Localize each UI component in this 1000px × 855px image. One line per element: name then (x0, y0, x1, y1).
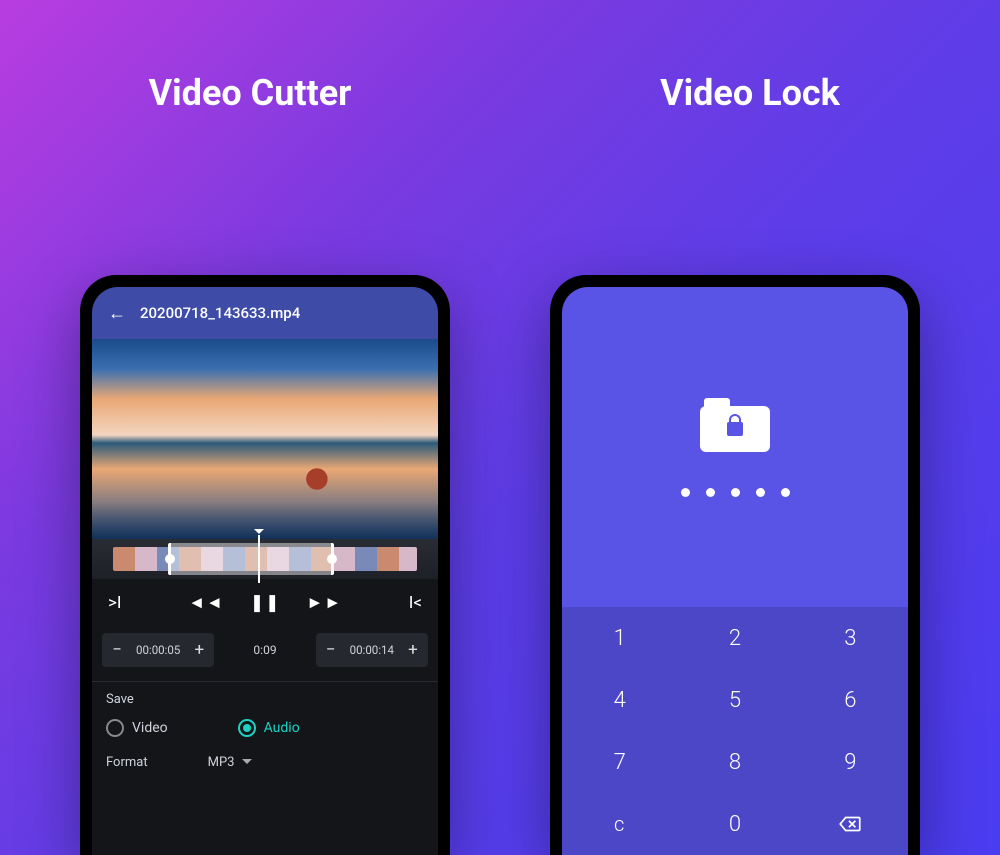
key-4[interactable]: 4 (562, 669, 677, 731)
phone-cutter: ← 20200718_143633.mp4 >I ◄◄ ❚❚ ►► I< (80, 275, 450, 855)
keypad: 123 456 789 c0 (562, 607, 908, 855)
save-section: Save Video Audio Format MP3 (92, 681, 438, 780)
transport-controls: >I ◄◄ ❚❚ ►► I< (92, 579, 438, 627)
end-time-value: 00:00:14 (346, 643, 398, 657)
radio-dot-icon (238, 719, 256, 737)
format-dropdown[interactable]: MP3 (208, 755, 253, 770)
radio-video[interactable]: Video (106, 719, 168, 737)
key-6[interactable]: 6 (793, 669, 908, 731)
start-time-plus[interactable]: + (186, 637, 212, 663)
chevron-down-icon (242, 759, 252, 769)
heading-cutter: Video Cutter (0, 72, 500, 114)
radio-audio-label: Audio (264, 720, 300, 736)
key-clear[interactable]: c (562, 793, 677, 855)
lock-top-area (562, 287, 908, 607)
start-time-value: 00:00:05 (132, 643, 184, 657)
pin-dot (756, 488, 765, 497)
phone-lock: 123 456 789 c0 (550, 275, 920, 855)
format-value: MP3 (208, 755, 235, 770)
pin-dot (781, 488, 790, 497)
key-3[interactable]: 3 (793, 607, 908, 669)
back-arrow-icon[interactable]: ← (108, 303, 126, 324)
video-preview[interactable] (92, 339, 438, 539)
key-1[interactable]: 1 (562, 607, 677, 669)
forward-icon[interactable]: ►► (306, 593, 342, 613)
filename-label: 20200718_143633.mp4 (140, 304, 300, 322)
start-time-minus[interactable]: − (104, 637, 130, 663)
lock-icon (727, 422, 743, 436)
key-8[interactable]: 8 (677, 731, 792, 793)
pin-dot (731, 488, 740, 497)
pin-dot (681, 488, 690, 497)
end-time-plus[interactable]: + (400, 637, 426, 663)
pin-dot (706, 488, 715, 497)
radio-dot-icon (106, 719, 124, 737)
topbar: ← 20200718_143633.mp4 (92, 287, 438, 339)
radio-audio[interactable]: Audio (238, 719, 300, 737)
end-time-stepper[interactable]: − 00:00:14 + (316, 633, 428, 667)
backspace-icon (837, 811, 863, 837)
radio-video-label: Video (132, 720, 168, 736)
screen-cutter: ← 20200718_143633.mp4 >I ◄◄ ❚❚ ►► I< (92, 287, 438, 855)
end-time-minus[interactable]: − (318, 637, 344, 663)
timeline[interactable] (92, 539, 438, 579)
folder-lock-icon (700, 398, 770, 452)
time-adjust-row: − 00:00:05 + 0:09 − 00:00:14 + (92, 627, 438, 681)
trim-range[interactable] (168, 543, 334, 575)
key-5[interactable]: 5 (677, 669, 792, 731)
format-label: Format (106, 755, 148, 770)
current-time-value: 0:09 (253, 643, 276, 657)
key-2[interactable]: 2 (677, 607, 792, 669)
key-0[interactable]: 0 (677, 793, 792, 855)
pause-icon[interactable]: ❚❚ (250, 593, 281, 613)
pin-dots (681, 488, 790, 497)
screen-lock: 123 456 789 c0 (562, 287, 908, 855)
skip-start-icon[interactable]: >I (108, 593, 122, 613)
skip-end-icon[interactable]: I< (409, 593, 422, 613)
rewind-icon[interactable]: ◄◄ (188, 593, 224, 613)
key-9[interactable]: 9 (793, 731, 908, 793)
heading-lock: Video Lock (500, 72, 1000, 114)
save-label: Save (106, 692, 424, 707)
key-7[interactable]: 7 (562, 731, 677, 793)
timeline-playhead[interactable] (258, 535, 260, 583)
start-time-stepper[interactable]: − 00:00:05 + (102, 633, 214, 667)
key-backspace[interactable] (793, 793, 908, 855)
